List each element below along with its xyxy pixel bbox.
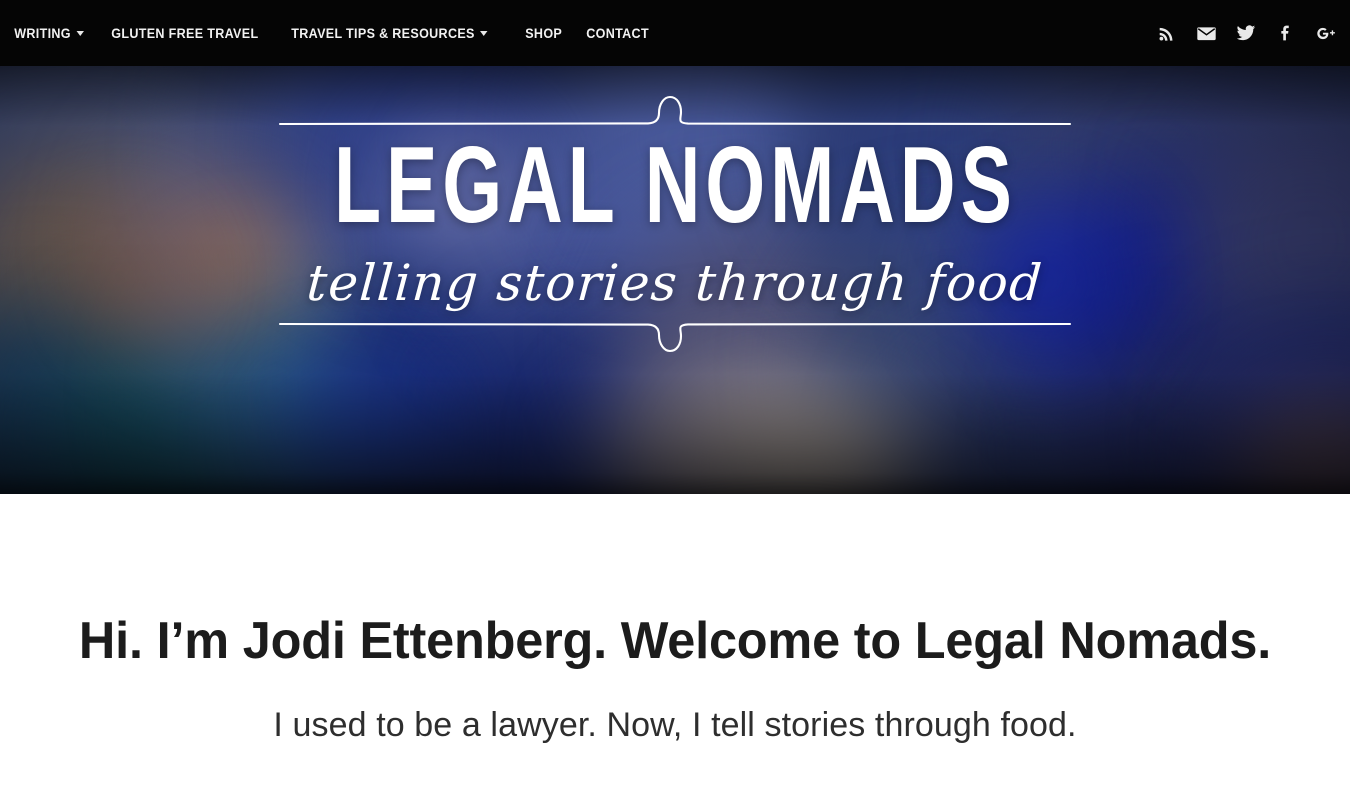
nav-item-gluten-free-travel[interactable]: GLUTEN FREE TRAVEL [101,26,269,41]
site-logo[interactable]: LEGAL NOMADS [334,130,1017,239]
nav-item-contact[interactable]: CONTACT [576,26,659,41]
nav-item-label: TRAVEL TIPS & RESOURCES [291,25,476,41]
nav-item-travel-tips-resources[interactable]: TRAVEL TIPS & RESOURCES [281,26,498,41]
chevron-down-icon [76,30,84,36]
nav-item-label: SHOP [524,25,562,41]
decorative-rule-bottom [278,312,1072,360]
page-subtitle: I used to be a lawyer. Now, I tell stori… [273,705,1077,744]
nav-item-shop[interactable]: SHOP [515,26,572,41]
nav-item-writing[interactable]: WRITING [4,26,94,41]
nav-item-label: GLUTEN FREE TRAVEL [111,25,259,41]
top-navigation-bar: WRITING GLUTEN FREE TRAVEL TRAVEL TIPS &… [0,0,1350,66]
rss-icon[interactable] [1146,13,1186,53]
twitter-icon[interactable] [1226,13,1266,53]
nav-menu: WRITING GLUTEN FREE TRAVEL TRAVEL TIPS &… [4,26,666,41]
facebook-icon[interactable] [1266,13,1306,53]
hero-banner: LEGAL NOMADS telling stories through foo… [0,66,1350,494]
google-plus-icon[interactable] [1306,13,1346,53]
nav-item-label: WRITING [14,25,71,41]
social-links [1146,0,1346,66]
hero-content: LEGAL NOMADS telling stories through foo… [0,66,1350,494]
nav-item-label: CONTACT [586,25,650,41]
email-icon[interactable] [1186,13,1226,53]
site-tagline: telling stories through food [304,254,1046,312]
main-content: Hi. I’m Jodi Ettenberg. Welcome to Legal… [0,494,1350,746]
page-title: Hi. I’m Jodi Ettenberg. Welcome to Legal… [78,612,1272,670]
chevron-down-icon [480,30,489,36]
